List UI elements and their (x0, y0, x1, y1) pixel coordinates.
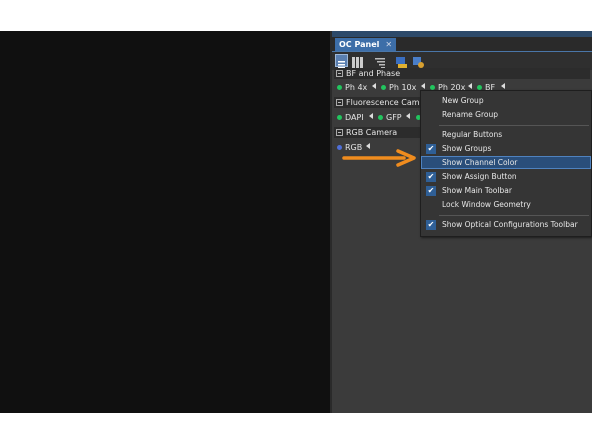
tab-oc-panel[interactable]: OC Panel ✕ (335, 38, 397, 51)
channel-color-dot (381, 84, 386, 90)
sort-icon[interactable] (374, 54, 387, 69)
menu-item-show-main-toolbar[interactable]: ✔ Show Main Toolbar (421, 185, 591, 197)
channel-color-dot (477, 84, 482, 90)
collapse-icon[interactable] (336, 128, 343, 136)
menu-item-show-assign-button[interactable]: ✔ Show Assign Button (421, 171, 591, 183)
menu-item-label: Show Groups (442, 144, 492, 153)
menu-item-label: Show Optical Configurations Toolbar (442, 220, 578, 229)
menu-item-show-channel-color[interactable]: Show Channel Color (421, 156, 591, 169)
tab-bar: OC Panel ✕ (332, 37, 592, 52)
menu-item-rename-group[interactable]: Rename Group (421, 109, 591, 121)
menu-item-show-optical-configurations-toolbar[interactable]: ✔ Show Optical Configurations Toolbar (421, 219, 591, 231)
channel-color-dot (378, 114, 383, 120)
collapse-icon[interactable] (336, 69, 343, 77)
context-menu: New Group Rename Group Regular Buttons ✔… (420, 90, 592, 237)
menu-separator (439, 215, 589, 216)
group-header-bf-and-phase[interactable]: BF and Phase (334, 68, 590, 79)
menu-item-new-group[interactable]: New Group (421, 95, 591, 107)
menu-item-label: Rename Group (442, 110, 498, 119)
tab-label: OC Panel (339, 40, 380, 49)
collapse-icon[interactable] (336, 98, 343, 106)
assign-icon[interactable] (395, 54, 408, 68)
menu-item-show-groups[interactable]: ✔ Show Groups (421, 143, 591, 155)
check-icon: ✔ (426, 144, 436, 154)
menu-item-label: Show Assign Button (442, 172, 517, 181)
channel-color-dot (430, 84, 435, 90)
channel-button-ph-4x[interactable]: Ph 4x (334, 82, 367, 94)
channel-label: DAPI (345, 113, 364, 122)
assign-arrow-icon[interactable] (501, 83, 505, 89)
assign-arrow-icon[interactable] (406, 113, 410, 119)
group-name: BF and Phase (346, 69, 401, 78)
menu-item-label: Regular Buttons (442, 130, 503, 139)
channel-label: Ph 10x (389, 83, 417, 92)
channel-color-dot (337, 114, 342, 120)
groups-list-icon[interactable] (335, 54, 348, 69)
menu-item-label: New Group (442, 96, 484, 105)
channel-label: Ph 4x (345, 83, 368, 92)
annotation-arrow-icon (342, 149, 416, 167)
bottom-margin (0, 413, 592, 444)
assign-arrow-icon[interactable] (421, 83, 425, 89)
channel-button-dapi[interactable]: DAPI (334, 112, 364, 124)
close-icon[interactable]: ✕ (385, 40, 392, 49)
assign-arrow-icon[interactable] (468, 83, 472, 89)
assign-arrow-icon[interactable] (369, 113, 373, 119)
menu-item-label: Show Main Toolbar (442, 186, 512, 195)
group-name: RGB Camera (346, 128, 398, 137)
menu-item-label: Lock Window Geometry (442, 200, 531, 209)
channel-color-dot (337, 84, 342, 90)
channel-label: GFP (386, 113, 402, 122)
check-icon: ✔ (426, 186, 436, 196)
grid-icon[interactable] (351, 54, 364, 68)
menu-item-lock-window-geometry[interactable]: Lock Window Geometry (421, 199, 591, 211)
check-icon: ✔ (426, 220, 436, 230)
channel-button-gfp[interactable]: GFP (375, 112, 402, 124)
assign-arrow-icon[interactable] (372, 83, 376, 89)
menu-separator (439, 125, 589, 126)
menu-item-label: Show Channel Color (442, 158, 518, 167)
settings-icon[interactable] (412, 54, 425, 68)
channel-button-ph-10x[interactable]: Ph 10x (378, 82, 416, 94)
menu-item-regular-buttons[interactable]: Regular Buttons (421, 129, 591, 141)
check-icon: ✔ (426, 172, 436, 182)
